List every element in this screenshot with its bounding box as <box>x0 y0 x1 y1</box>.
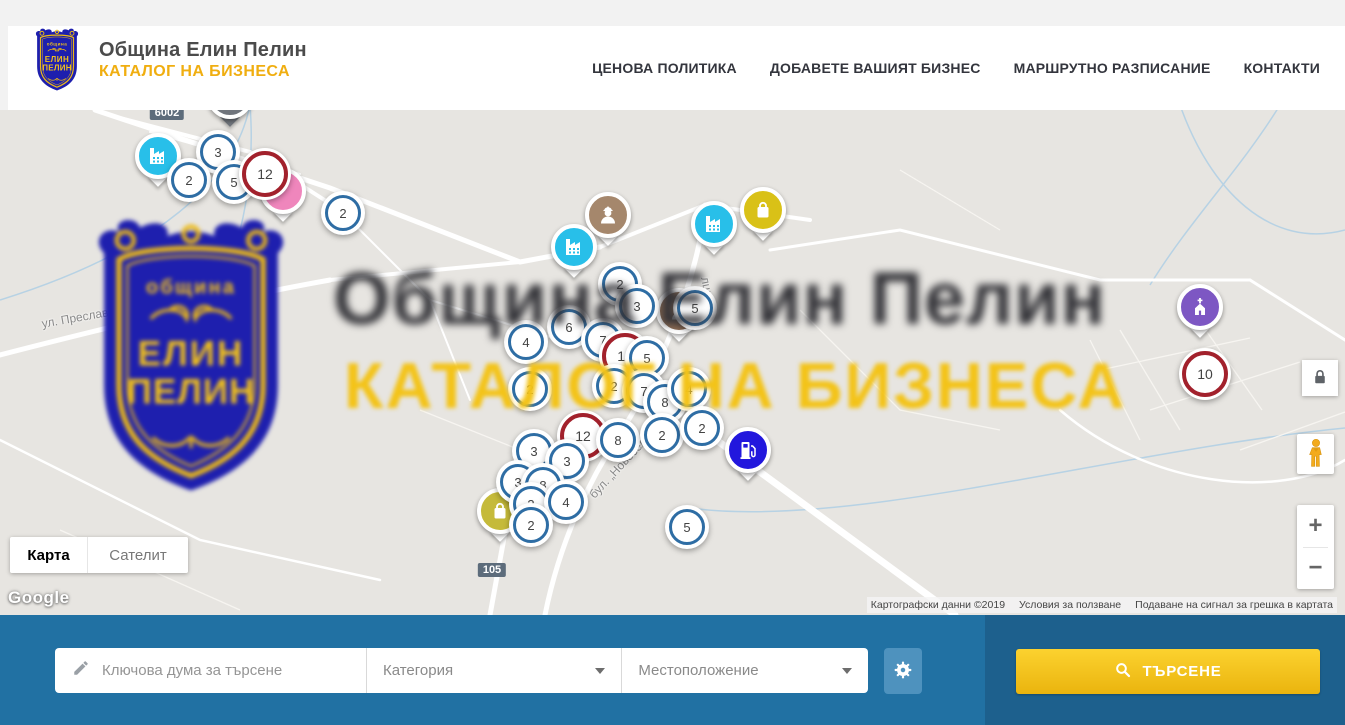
nav-item-pricing[interactable]: ЦЕНОВА ПОЛИТИКА <box>592 60 737 76</box>
pin-marker-factory[interactable] <box>551 224 597 270</box>
pin-marker-factory[interactable] <box>691 201 737 247</box>
cluster-marker[interactable]: 2 <box>680 406 724 450</box>
lock-icon <box>1309 366 1331 391</box>
map-markers-layer: 32512223567413522784128223338342510 <box>0 110 1345 615</box>
attribution-copyright: Картографски данни ©2019 <box>871 599 1005 611</box>
zoom-control: + − <box>1297 505 1334 589</box>
location-select-label: Местоположение <box>638 662 758 679</box>
brand[interactable]: община ЕЛИН ПЕЛИН Община Елин Пелин КАТА… <box>28 28 307 92</box>
map-attribution: Картографски данни ©2019 Условия за полз… <box>867 597 1337 613</box>
google-logo[interactable]: Google <box>8 588 70 608</box>
cluster-count: 5 <box>669 509 705 545</box>
plain-icon <box>207 110 253 119</box>
search-bar: Категория Местоположение <box>0 615 1345 725</box>
header: община ЕЛИН ПЕЛИН Община Елин Пелин КАТА… <box>8 26 1345 110</box>
gear-icon <box>893 660 913 683</box>
svg-text:община: община <box>47 40 68 46</box>
brand-title: Община Елин Пелин <box>99 39 307 62</box>
report-map-error-link[interactable]: Подаване на сигнал за грешка в картата <box>1135 599 1333 611</box>
factory-icon <box>691 201 737 247</box>
cluster-count: 5 <box>677 290 713 326</box>
zoom-out-button[interactable]: − <box>1297 548 1334 590</box>
cluster-count: 2 <box>684 410 720 446</box>
cluster-count: 4 <box>548 484 584 520</box>
cluster-count: 2 <box>512 371 548 407</box>
brand-text: Община Елин Пелин КАТАЛОГ НА БИЗНЕСА <box>99 39 307 81</box>
pin-marker-church[interactable] <box>1177 284 1223 330</box>
cluster-marker[interactable]: 4 <box>667 367 711 411</box>
bag-icon <box>740 187 786 233</box>
cluster-marker[interactable]: 2 <box>167 158 211 202</box>
cluster-marker[interactable]: 2 <box>508 367 552 411</box>
cluster-count: 4 <box>508 324 544 360</box>
cluster-count: 10 <box>1182 351 1228 397</box>
cluster-marker[interactable]: 2 <box>640 413 684 457</box>
keyword-field <box>55 648 366 693</box>
zoom-in-button[interactable]: + <box>1297 505 1334 547</box>
chevron-down-icon <box>595 668 605 674</box>
map-type-satellite-button[interactable]: Сателит <box>88 537 188 573</box>
fuel-icon <box>725 427 771 473</box>
page: община ЕЛИН ПЕЛИН Община Елин Пелин КАТА… <box>0 0 1345 725</box>
cluster-marker[interactable]: 12 <box>239 148 291 200</box>
map-canvas[interactable]: 6002105ул. Преславбул. „Новоселлци 32512… <box>0 110 1345 615</box>
search-fields: Категория Местоположение <box>55 648 868 693</box>
map-type-map-button[interactable]: Карта <box>10 537 88 573</box>
nav-item-contacts[interactable]: КОНТАКТИ <box>1244 60 1320 76</box>
cluster-count: 2 <box>171 162 207 198</box>
terms-of-use-link[interactable]: Условия за ползване <box>1019 599 1121 611</box>
location-select[interactable]: Местоположение <box>622 648 868 693</box>
cluster-marker[interactable]: 2 <box>321 191 365 235</box>
factory-icon <box>551 224 597 270</box>
svg-text:ЕЛИН: ЕЛИН <box>45 55 69 64</box>
svg-text:ПЕЛИН: ПЕЛИН <box>42 64 71 73</box>
main-nav: ЦЕНОВА ПОЛИТИКА ДОБАВЕТЕ ВАШИЯТ БИЗНЕС М… <box>592 26 1320 110</box>
street-view-pegman-button[interactable] <box>1297 434 1334 474</box>
church-icon <box>1177 284 1223 330</box>
keyword-search-input[interactable] <box>100 661 366 680</box>
pin-marker-bag[interactable] <box>740 187 786 233</box>
cluster-marker[interactable]: 5 <box>665 505 709 549</box>
pin-marker-fuel[interactable] <box>725 427 771 473</box>
pin-marker-gray[interactable] <box>207 110 253 119</box>
cluster-count: 3 <box>619 288 655 324</box>
lock-button[interactable] <box>1302 360 1338 396</box>
search-button-label: ТЪРСЕНЕ <box>1142 663 1221 680</box>
cluster-marker[interactable]: 8 <box>596 418 640 462</box>
cluster-count: 12 <box>242 151 288 197</box>
brand-subtitle: КАТАЛОГ НА БИЗНЕСА <box>99 63 307 81</box>
chevron-down-icon <box>842 668 852 674</box>
cluster-count: 8 <box>600 422 636 458</box>
cluster-marker[interactable]: 4 <box>504 320 548 364</box>
search-button[interactable]: ТЪРСЕНЕ <box>1016 649 1320 694</box>
nav-item-add-business[interactable]: ДОБАВЕТЕ ВАШИЯТ БИЗНЕС <box>770 60 981 76</box>
cluster-marker[interactable]: 3 <box>615 284 659 328</box>
pencil-icon <box>72 659 90 682</box>
cluster-count: 2 <box>513 507 549 543</box>
nav-item-route-schedule[interactable]: МАРШРУТНО РАЗПИСАНИЕ <box>1014 60 1211 76</box>
advanced-settings-button[interactable] <box>884 648 922 694</box>
cluster-marker[interactable]: 2 <box>509 503 553 547</box>
cluster-marker[interactable]: 10 <box>1179 348 1231 400</box>
cluster-count: 4 <box>671 371 707 407</box>
cluster-marker[interactable]: 5 <box>673 286 717 330</box>
cluster-count: 2 <box>644 417 680 453</box>
category-select[interactable]: Категория <box>367 648 621 693</box>
cluster-count: 2 <box>325 195 361 231</box>
category-select-label: Категория <box>383 662 453 679</box>
municipality-crest-logo: община ЕЛИН ПЕЛИН <box>28 28 86 92</box>
map-type-control: Карта Сателит <box>10 537 188 573</box>
search-icon <box>1114 661 1132 683</box>
pegman-icon <box>1303 438 1329 471</box>
